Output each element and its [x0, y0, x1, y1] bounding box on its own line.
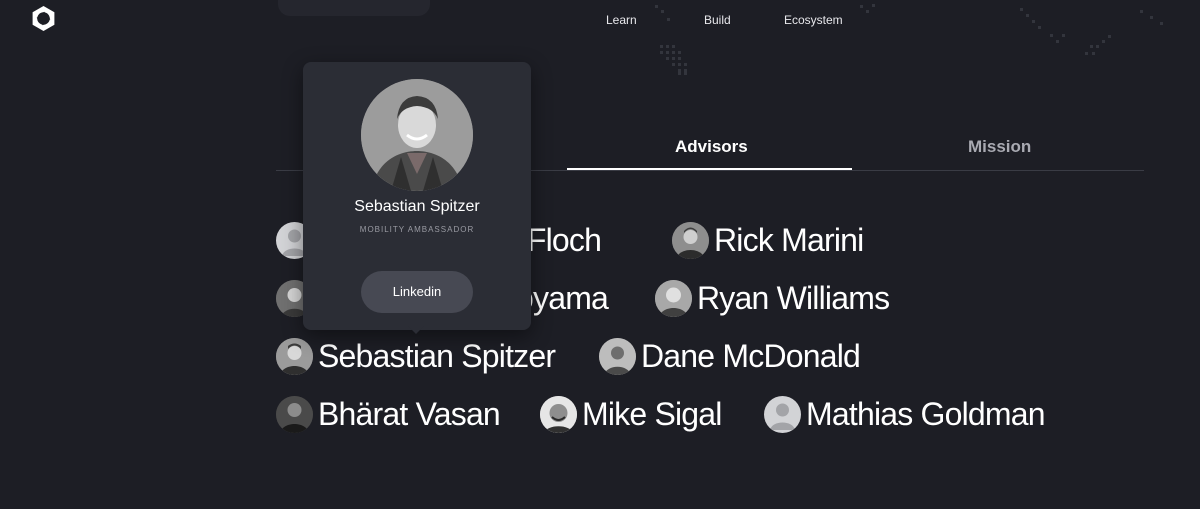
advisor-item[interactable]: Bhärat Vasan	[276, 396, 501, 433]
advisor-item[interactable]: Dane McDonald	[599, 338, 861, 375]
popover-avatar	[361, 79, 473, 191]
popover-role: MOBILITY AMBASSADOR	[359, 225, 475, 234]
world-map-dots	[0, 0, 1200, 80]
advisor-item[interactable]: Mike Sigal	[540, 396, 722, 433]
advisor-item[interactable]: Sebastian Spitzer	[276, 338, 556, 375]
advisor-name: Ryan Williams	[697, 280, 890, 316]
avatar	[599, 338, 636, 375]
linkedin-button[interactable]: Linkedin	[361, 271, 473, 313]
nav-ecosystem[interactable]: Ecosystem	[784, 13, 843, 27]
avatar	[540, 396, 577, 433]
avatar	[276, 338, 313, 375]
popover-name: Sebastian Spitzer	[354, 198, 480, 215]
nav-learn[interactable]: Learn	[606, 13, 637, 27]
avatar-placeholder-icon	[764, 396, 801, 433]
advisor-popover: Sebastian Spitzer MOBILITY AMBASSADOR Li…	[303, 62, 531, 330]
advisor-item[interactable]: Ryan Williams	[655, 280, 890, 317]
popover-arrow	[408, 326, 424, 334]
advisor-name: Sebastian Spitzer	[318, 338, 556, 374]
tab-mission[interactable]: Mission	[968, 137, 1031, 157]
tab-advisors[interactable]: Advisors	[675, 137, 748, 157]
brand-logo-icon[interactable]	[30, 5, 57, 32]
advisor-name: Dane McDonald	[641, 338, 861, 374]
nav-build[interactable]: Build	[704, 13, 731, 27]
advisor-item[interactable]: Rick Marini	[672, 222, 864, 259]
advisor-item[interactable]: Mathias Goldman	[764, 396, 1046, 433]
avatar	[276, 396, 313, 433]
advisor-name: Mike Sigal	[582, 396, 722, 432]
advisor-name: Mathias Goldman	[806, 396, 1046, 432]
advisor-name: Rick Marini	[714, 222, 864, 258]
advisor-name: Bhärat Vasan	[318, 396, 501, 432]
tab-active-indicator	[567, 168, 852, 170]
avatar	[655, 280, 692, 317]
avatar	[672, 222, 709, 259]
